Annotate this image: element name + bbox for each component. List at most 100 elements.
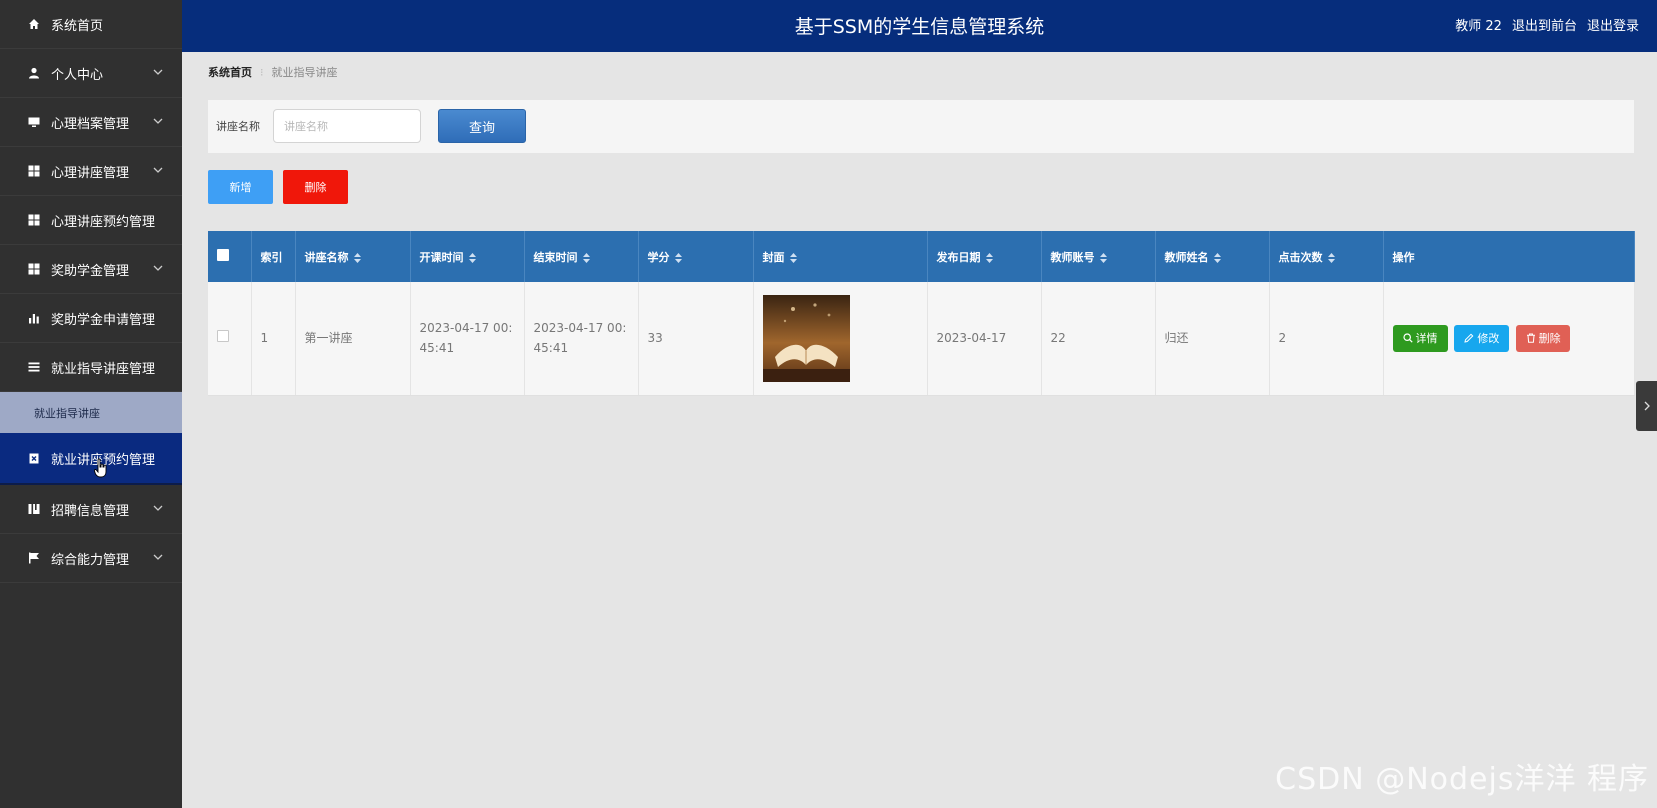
home-icon [27, 17, 41, 31]
table-row: 1 第一讲座 2023-04-17 00:45:41 2023-04-17 00… [208, 282, 1635, 396]
sidebar-item-psych-lecture[interactable]: 心理讲座管理 [0, 147, 182, 196]
cell-teacher-account: 22 [1041, 282, 1156, 396]
column-header-teacher-name[interactable]: 教师姓名 [1155, 231, 1270, 282]
batch-delete-button[interactable]: 删除 [283, 170, 348, 204]
sort-icon [985, 252, 993, 263]
add-button[interactable]: 新增 [208, 170, 273, 204]
sidebar-item-label: 心理档案管理 [51, 116, 130, 132]
query-button[interactable]: 查询 [438, 109, 526, 143]
sort-icon [674, 252, 682, 263]
select-all-checkbox[interactable] [217, 249, 229, 261]
sidebar-item-career-lecture[interactable]: 就业指导讲座管理 [0, 343, 182, 392]
sidebar-item-scholarship-apply[interactable]: 奖助学金申请管理 [0, 294, 182, 343]
trash-icon [1526, 333, 1535, 343]
chevron-down-icon [153, 167, 163, 173]
monitor-icon [27, 115, 41, 129]
exit-to-front-link[interactable]: 退出到前台 [1512, 0, 1577, 54]
sidebar-item-home[interactable]: 系统首页 [0, 0, 182, 49]
lecture-table: 索引 讲座名称 开课时间 结束时间 学分 封面 发布日期 教师账号 教师姓名 点… [208, 231, 1635, 396]
breadcrumb-home[interactable]: 系统首页 [208, 64, 252, 80]
bar-chart-icon [27, 311, 41, 325]
column-header-teacher-account[interactable]: 教师账号 [1041, 231, 1156, 282]
breadcrumb-current: 就业指导讲座 [271, 66, 338, 79]
column-header-clicks[interactable]: 点击次数 [1269, 231, 1384, 282]
search-label: 讲座名称 [216, 120, 260, 133]
sidebar-item-label: 心理讲座管理 [51, 165, 130, 181]
row-select-cell [208, 282, 252, 396]
edit-button[interactable]: 修改 [1454, 324, 1510, 352]
grid-icon [27, 262, 41, 276]
cell-date: 2023-04-17 [927, 282, 1042, 396]
logout-link[interactable]: 退出登录 [1587, 0, 1639, 54]
grid-icon [27, 213, 41, 227]
cell-teacher-name: 归还 [1155, 282, 1270, 396]
lecture-name-search-input[interactable] [273, 109, 421, 143]
sort-icon [353, 252, 361, 263]
book-icon [27, 502, 41, 516]
sort-icon [582, 252, 590, 263]
sidebar-item-label: 奖助学金管理 [51, 263, 130, 279]
table-header-row: 索引 讲座名称 开课时间 结束时间 学分 封面 发布日期 教师账号 教师姓名 点… [208, 231, 1635, 282]
column-header-name[interactable]: 讲座名称 [295, 231, 411, 282]
chevron-down-icon [153, 505, 163, 511]
sidebar-item-psych-lecture-booking[interactable]: 心理讲座预约管理 [0, 196, 182, 245]
cell-start: 2023-04-17 00:45:41 [410, 282, 525, 396]
column-header-ops: 操作 [1383, 231, 1635, 282]
cell-ops: 详情 修改 删除 [1383, 282, 1635, 396]
cell-clicks: 2 [1269, 282, 1384, 396]
column-header-date[interactable]: 发布日期 [927, 231, 1042, 282]
chevron-right-icon [1644, 401, 1650, 411]
sidebar-item-career-lecture-booking[interactable]: 就业讲座预约管理 [0, 433, 182, 485]
sidebar-subitem-career-lecture[interactable]: 就业指导讲座 [0, 392, 182, 433]
sidebar-item-recruitment[interactable]: 招聘信息管理 [0, 485, 182, 534]
sidebar-subitem-label: 就业指导讲座 [34, 406, 100, 420]
column-header-cover[interactable]: 封面 [753, 231, 928, 282]
sidebar-item-psych-archive[interactable]: 心理档案管理 [0, 98, 182, 147]
column-header-credit[interactable]: 学分 [638, 231, 754, 282]
chevron-down-icon [153, 118, 163, 124]
sidebar: 系统首页 个人中心 心理档案管理 心理讲座管理 心理讲座预约管理 奖助学金管理 [0, 0, 182, 808]
search-icon [1402, 333, 1413, 343]
column-header-end[interactable]: 结束时间 [524, 231, 639, 282]
sidebar-item-label: 综合能力管理 [51, 552, 130, 568]
column-header-index: 索引 [251, 231, 296, 282]
grid-icon [27, 164, 41, 178]
row-checkbox[interactable] [217, 330, 229, 343]
right-panel-toggle[interactable] [1636, 381, 1657, 431]
cell-name: 第一讲座 [295, 282, 411, 396]
row-delete-button[interactable]: 删除 [1516, 324, 1571, 352]
sidebar-item-scholarship[interactable]: 奖助学金管理 [0, 245, 182, 294]
sort-icon [1099, 252, 1107, 263]
breadcrumb: 系统首页 ⁝ 就业指导讲座 [208, 64, 338, 80]
detail-button[interactable]: 详情 [1392, 324, 1448, 352]
clipboard-icon [27, 451, 41, 465]
top-header: 基于SSM的学生信息管理系统 教师 22 退出到前台 退出登录 [182, 0, 1657, 52]
user-icon [27, 66, 41, 80]
chevron-down-icon [153, 265, 163, 271]
cover-image[interactable] [762, 294, 850, 382]
sidebar-item-ability[interactable]: 综合能力管理 [0, 534, 182, 583]
sidebar-item-label: 系统首页 [51, 18, 104, 34]
app-title: 基于SSM的学生信息管理系统 [794, 16, 1045, 38]
column-header-start[interactable]: 开课时间 [410, 231, 525, 282]
sort-icon [1213, 252, 1221, 263]
sidebar-item-profile[interactable]: 个人中心 [0, 49, 182, 98]
pencil-icon [1464, 333, 1474, 343]
hand-cursor-icon [94, 458, 107, 478]
search-panel: 讲座名称 查询 [208, 100, 1634, 153]
cell-index: 1 [251, 282, 296, 396]
current-user: 教师 22 [1455, 19, 1502, 34]
sort-icon [468, 252, 476, 263]
sidebar-item-label: 就业指导讲座管理 [51, 361, 156, 377]
cell-end: 2023-04-17 00:45:41 [524, 282, 639, 396]
watermark: CSDN @Nodejs洋洋 程序 [1275, 762, 1649, 797]
cell-cover [753, 282, 928, 396]
header-user-menu: 教师 22 退出到前台 退出登录 [1455, 0, 1639, 54]
sidebar-item-label: 个人中心 [51, 67, 104, 83]
breadcrumb-separator: ⁝ [260, 65, 264, 79]
sort-icon [1327, 252, 1335, 263]
chevron-down-icon [153, 554, 163, 560]
sidebar-item-label: 奖助学金申请管理 [51, 312, 156, 328]
select-all-cell [208, 231, 252, 282]
sidebar-item-label: 心理讲座预约管理 [51, 214, 156, 230]
